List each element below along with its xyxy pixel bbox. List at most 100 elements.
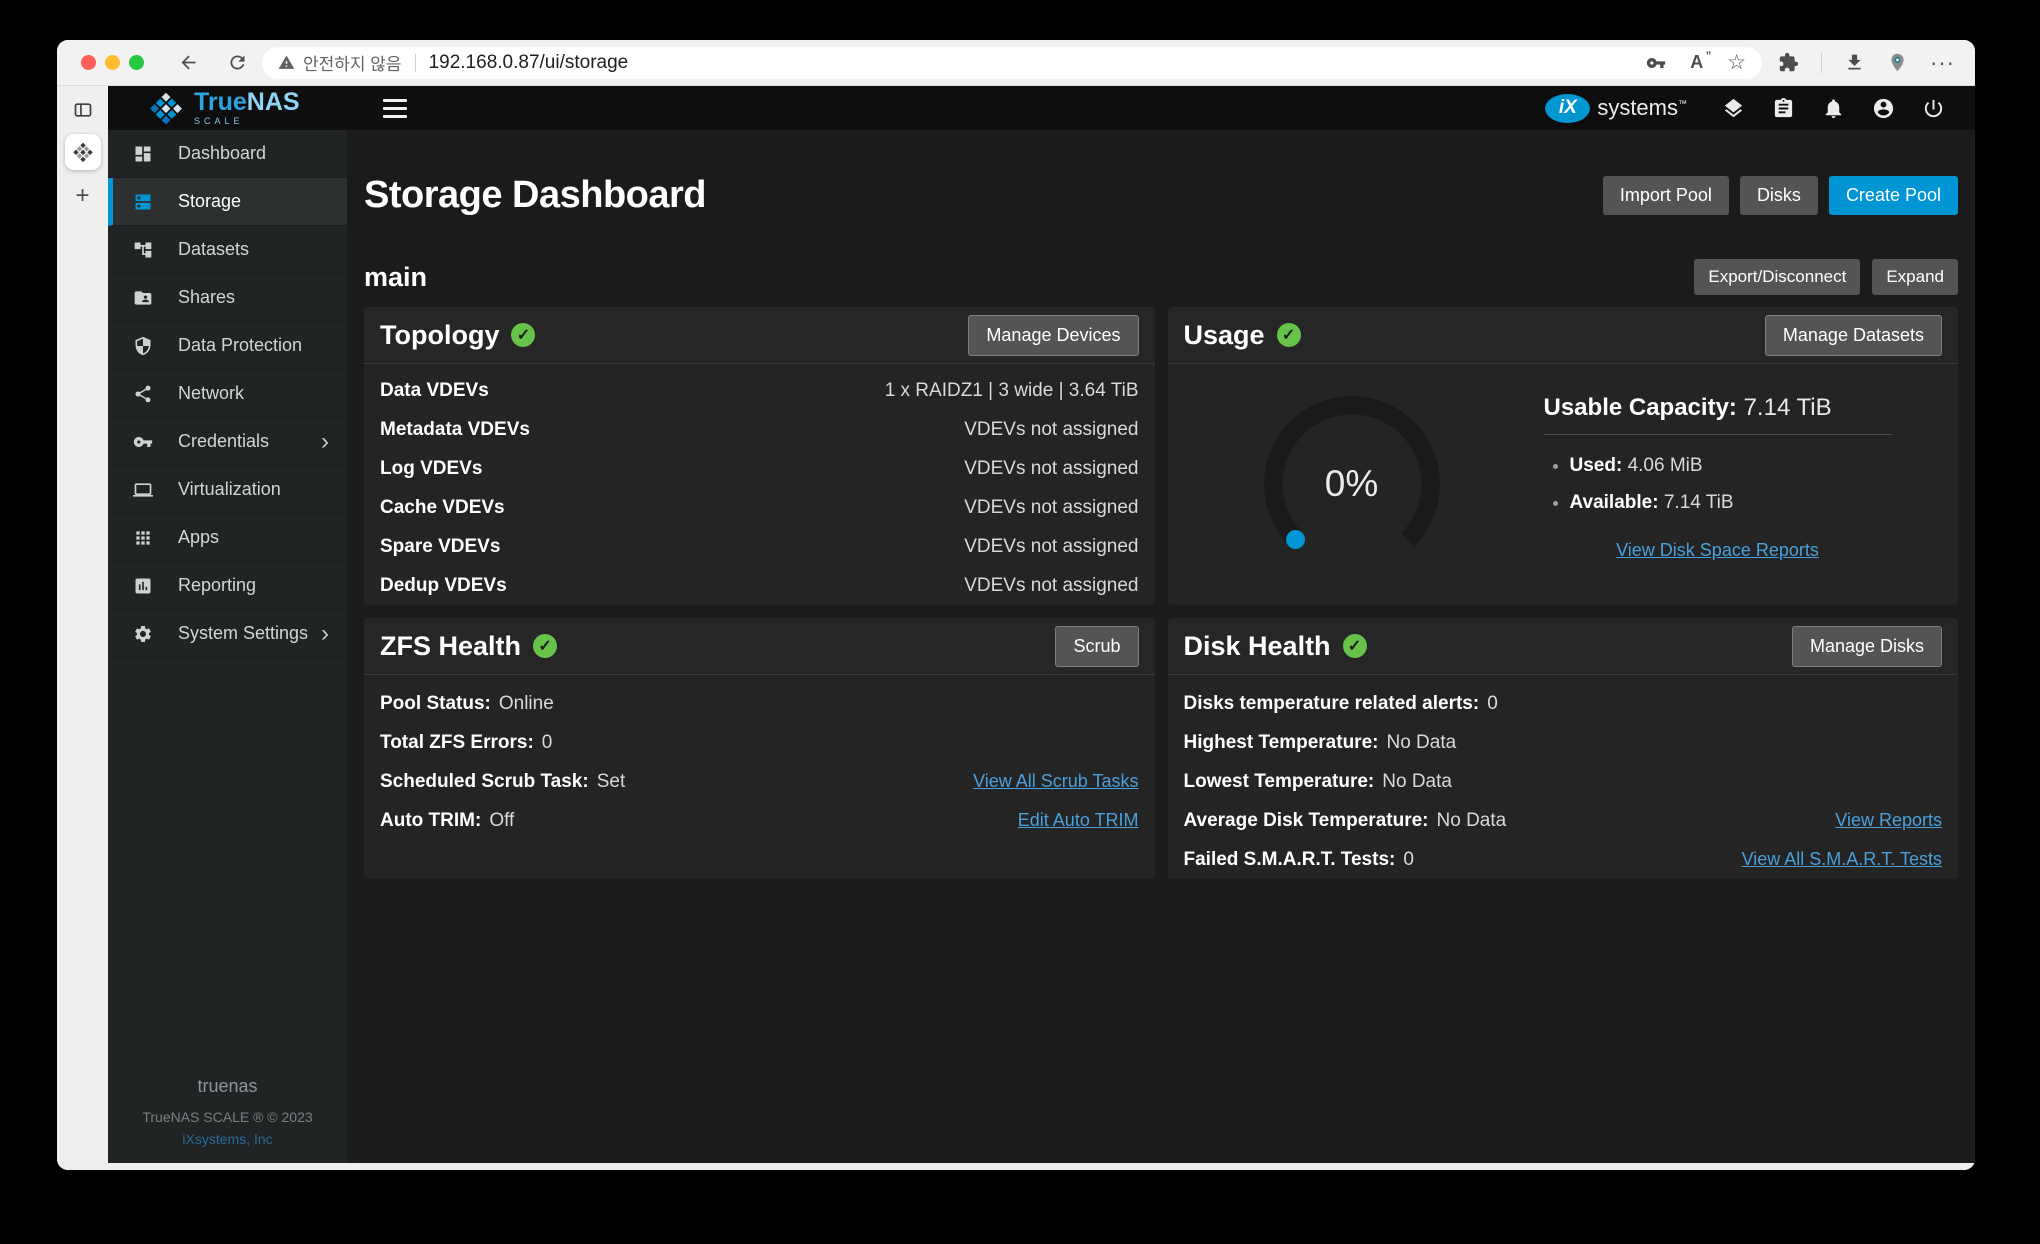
truenas-app: TrueNAS SCALE iX systems™ — [108, 86, 1975, 1163]
truecommand-layers-icon[interactable] — [1722, 97, 1745, 120]
security-status[interactable]: 안전하지 않음 — [303, 50, 402, 75]
sidebar-item-apps[interactable]: Apps — [108, 514, 347, 562]
available-row: Available: 7.14 TiB — [1570, 492, 1892, 514]
profile-pin-icon[interactable] — [1887, 52, 1908, 73]
notifications-bell-icon[interactable] — [1822, 97, 1845, 120]
export-disconnect-button[interactable]: Export/Disconnect — [1694, 259, 1860, 295]
tab-strip: + — [57, 86, 108, 1170]
sidebar-toggle-icon[interactable] — [73, 100, 93, 120]
manage-disks-button[interactable]: Manage Disks — [1792, 626, 1942, 667]
view-disk-space-reports-link[interactable]: View Disk Space Reports — [1616, 540, 1819, 560]
chevron-right-icon: › — [321, 622, 329, 646]
truenas-logo[interactable]: TrueNAS SCALE — [108, 90, 347, 126]
downloads-icon[interactable] — [1844, 52, 1865, 73]
ixsystems-logo: iX systems™ — [1545, 94, 1687, 123]
usage-gauge: 0% — [1264, 396, 1440, 572]
sidebar-item-system-settings[interactable]: System Settings › — [108, 610, 347, 658]
usage-title: Usage — [1184, 320, 1265, 351]
sidebar-item-datasets[interactable]: Datasets — [108, 226, 347, 274]
page-title: Storage Dashboard — [364, 174, 706, 217]
menu-hamburger-icon[interactable] — [383, 99, 407, 118]
temp-alerts-row: Disks temperature related alerts:0 — [1168, 684, 1959, 723]
lowest-temp-row: Lowest Temperature:No Data — [1168, 762, 1959, 801]
sidebar-item-credentials[interactable]: Credentials › — [108, 418, 347, 466]
zfs-errors-row: Total ZFS Errors:0 — [364, 723, 1155, 762]
toolbar-divider — [1821, 53, 1822, 73]
disk-health-title: Disk Health — [1184, 631, 1331, 662]
url-text[interactable]: 192.168.0.87/ui/storage — [429, 52, 629, 74]
view-all-smart-tests-link[interactable]: View All S.M.A.R.T. Tests — [1742, 849, 1942, 870]
main-content: Storage Dashboard Import Pool Disks Crea… — [347, 130, 1975, 1163]
topology-row-cache-vdevs: Cache VDEVsVDEVs not assigned — [364, 488, 1155, 527]
disks-button[interactable]: Disks — [1740, 176, 1818, 215]
zfs-health-title: ZFS Health — [380, 631, 521, 662]
favorite-star-icon[interactable]: ☆ — [1727, 52, 1746, 73]
ixsystems-link[interactable]: iXsystems, Inc — [182, 1131, 272, 1147]
shares-folder-icon — [133, 288, 153, 308]
manage-devices-button[interactable]: Manage Devices — [968, 315, 1138, 356]
password-key-icon[interactable] — [1646, 53, 1666, 73]
refresh-button[interactable] — [227, 52, 248, 73]
usage-card: Usage ✓ Manage Datasets 0% — [1168, 307, 1959, 605]
shield-icon — [133, 336, 153, 356]
chevron-right-icon: › — [321, 430, 329, 454]
edit-auto-trim-link[interactable]: Edit Auto TRIM — [1018, 810, 1139, 831]
address-divider — [415, 54, 416, 72]
sidebar-footer: truenas TrueNAS SCALE ® © 2023 iXsystems… — [108, 1076, 347, 1149]
create-pool-button[interactable]: Create Pool — [1829, 176, 1958, 215]
zfs-health-card: ZFS Health ✓ Scrub Pool Status:Online To… — [364, 618, 1155, 879]
datasets-tree-icon — [133, 240, 153, 260]
success-check-icon: ✓ — [1277, 323, 1301, 347]
key-icon — [133, 432, 153, 452]
highest-temp-row: Highest Temperature:No Data — [1168, 723, 1959, 762]
not-secure-warning-icon — [278, 54, 295, 71]
topology-row-data-vdevs: Data VDEVs1 x RAIDZ1 | 3 wide | 3.64 TiB — [364, 371, 1155, 410]
topology-card: Topology ✓ Manage Devices Data VDEVs1 x … — [364, 307, 1155, 605]
network-share-icon — [133, 384, 153, 404]
brand-scale: SCALE — [194, 117, 300, 126]
sidebar-nav: Dashboard Storage Datasets Shares — [108, 130, 347, 1163]
topology-row-log-vdevs: Log VDEVsVDEVs not assigned — [364, 449, 1155, 488]
refresh-icon — [227, 52, 248, 73]
success-check-icon: ✓ — [1343, 634, 1367, 658]
sidebar-item-storage[interactable]: Storage — [108, 178, 347, 226]
sidebar-item-shares[interactable]: Shares — [108, 274, 347, 322]
jobs-clipboard-icon[interactable] — [1772, 97, 1795, 120]
account-user-icon[interactable] — [1872, 97, 1895, 120]
view-all-scrub-tasks-link[interactable]: View All Scrub Tasks — [973, 771, 1138, 792]
auto-trim-row: Auto TRIM:OffEdit Auto TRIM — [364, 801, 1155, 840]
apps-grid-icon — [133, 528, 153, 548]
browser-toolbar: 안전하지 않음 192.168.0.87/ui/storage A ☆ ··· — [57, 40, 1975, 86]
sidebar-item-network[interactable]: Network — [108, 370, 347, 418]
success-check-icon: ✓ — [511, 323, 535, 347]
zoom-window-button[interactable] — [129, 55, 144, 70]
average-temp-row: Average Disk Temperature:No DataView Rep… — [1168, 801, 1959, 840]
close-window-button[interactable] — [81, 55, 96, 70]
scrub-task-row: Scheduled Scrub Task:SetView All Scrub T… — [364, 762, 1155, 801]
minimize-window-button[interactable] — [105, 55, 120, 70]
view-reports-link[interactable]: View Reports — [1835, 810, 1942, 831]
active-tab-truenas[interactable] — [65, 134, 101, 170]
power-icon[interactable] — [1922, 97, 1945, 120]
back-button[interactable] — [178, 52, 199, 73]
copyright: TrueNAS SCALE ® © 2023 — [108, 1109, 347, 1125]
address-bar[interactable]: 안전하지 않음 192.168.0.87/ui/storage A ☆ — [262, 47, 1762, 79]
dashboard-icon — [133, 144, 153, 164]
truenas-diamond-icon — [148, 90, 184, 126]
browser-menu-icon[interactable]: ··· — [1930, 50, 1955, 76]
sidebar-item-data-protection[interactable]: Data Protection — [108, 322, 347, 370]
sidebar-item-reporting[interactable]: Reporting — [108, 562, 347, 610]
read-aloud-icon[interactable]: A — [1690, 52, 1703, 73]
expand-button[interactable]: Expand — [1872, 259, 1958, 295]
hostname: truenas — [108, 1076, 347, 1097]
sidebar-item-dashboard[interactable]: Dashboard — [108, 130, 347, 178]
brand-true: True — [194, 88, 247, 116]
app-header: TrueNAS SCALE iX systems™ — [108, 86, 1975, 130]
import-pool-button[interactable]: Import Pool — [1603, 176, 1729, 215]
scrub-button[interactable]: Scrub — [1055, 626, 1138, 667]
sidebar-item-virtualization[interactable]: Virtualization — [108, 466, 347, 514]
new-tab-button[interactable]: + — [75, 184, 89, 208]
extensions-puzzle-icon[interactable] — [1778, 52, 1799, 73]
failed-smart-row: Failed S.M.A.R.T. Tests:0View All S.M.A.… — [1168, 840, 1959, 879]
manage-datasets-button[interactable]: Manage Datasets — [1765, 315, 1942, 356]
